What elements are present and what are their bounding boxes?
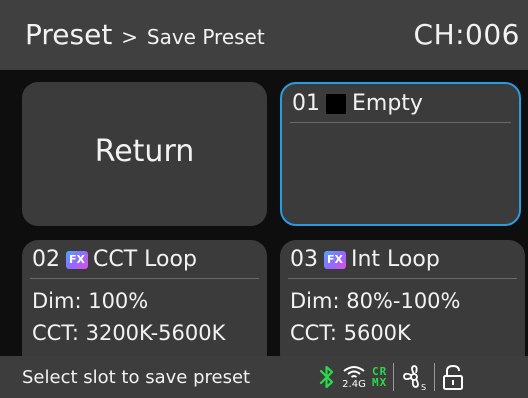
status-separator	[393, 363, 395, 391]
breadcrumb: Preset > Save Preset	[25, 17, 265, 55]
slot-dim-value: Dim: 80%-100%	[290, 289, 461, 313]
channel-indicator: CH:006	[413, 18, 520, 51]
preset-slot-01[interactable]: 01 Empty	[280, 82, 521, 226]
return-button-label: Return	[94, 134, 195, 169]
slot-divider	[30, 278, 259, 279]
header-bar: Preset > Save Preset CH:006	[0, 0, 528, 70]
crmx-icon: CR MX	[372, 366, 387, 388]
preset-slot-02[interactable]: 02 FX CCT Loop Dim: 100% CCT: 3200K-5600…	[22, 240, 267, 370]
slot-number: 02	[32, 247, 60, 272]
status-bar: Select slot to save preset 2.4G CR MX S	[0, 356, 528, 398]
slot-divider	[288, 278, 517, 279]
fx-icon: FX	[66, 251, 88, 269]
fan-icon: S	[400, 363, 428, 391]
unlock-icon[interactable]	[441, 363, 465, 391]
slot-cct-value: CCT: 5600K	[290, 321, 411, 345]
breadcrumb-separator: >	[121, 25, 138, 49]
slot-number: 03	[290, 247, 318, 272]
page-title: Preset	[25, 18, 113, 51]
wireless-2.4g-icon: 2.4G	[342, 364, 366, 390]
slot-header: 03 FX Int Loop	[290, 246, 440, 274]
slot-header: 02 FX CCT Loop	[32, 246, 197, 274]
status-icons: 2.4G CR MX S	[318, 360, 465, 394]
wireless-label: 2.4G	[342, 379, 366, 390]
slot-number: 01	[292, 91, 320, 116]
status-message: Select slot to save preset	[22, 367, 251, 388]
fx-icon: FX	[324, 251, 346, 269]
slot-name: CCT Loop	[93, 247, 197, 272]
page-subtitle: Save Preset	[146, 25, 265, 49]
return-button[interactable]: Return	[22, 82, 267, 226]
slot-name: Int Loop	[351, 247, 440, 272]
slot-divider	[290, 122, 511, 123]
preset-slot-03[interactable]: 03 FX Int Loop Dim: 80%-100% CCT: 5600K	[280, 240, 525, 370]
crmx-bottom: MX	[372, 376, 388, 389]
slot-dim-value: Dim: 100%	[32, 289, 149, 313]
black-swatch-icon	[326, 94, 346, 114]
status-separator	[434, 363, 436, 391]
slot-cct-value: CCT: 3200K-5600K	[32, 321, 226, 345]
bluetooth-icon	[318, 364, 336, 390]
slot-header: 01 Empty	[292, 90, 423, 118]
slot-name: Empty	[352, 91, 423, 116]
svg-text:S: S	[421, 383, 426, 391]
